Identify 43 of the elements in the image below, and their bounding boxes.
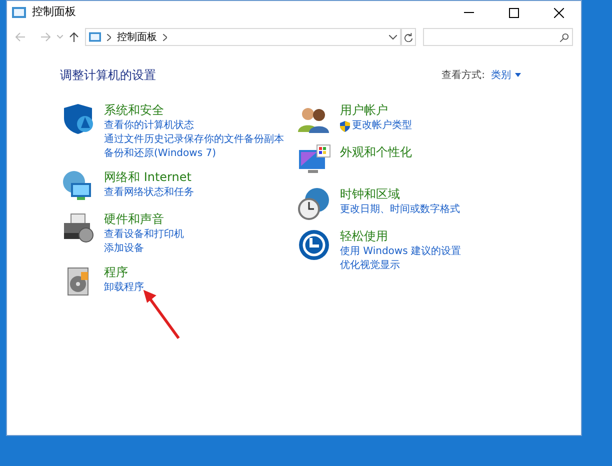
category-link[interactable]: 用户帐户 (340, 102, 412, 119)
task-link[interactable]: 查看设备和打印机 (104, 228, 184, 242)
control-panel-icon (89, 32, 101, 42)
task-link[interactable]: 更改日期、时间或数字格式 (340, 203, 460, 217)
close-icon (554, 8, 564, 18)
search-field[interactable] (423, 28, 573, 46)
category-link[interactable]: 程序 (104, 264, 144, 281)
view-by-label: 查看方式: (442, 68, 485, 82)
chevron-icon (163, 34, 167, 40)
address-bar[interactable]: 控制面板 (85, 28, 401, 46)
up-arrow-icon[interactable] (69, 32, 79, 42)
page-heading: 调整计算机的设置 (60, 67, 156, 84)
printer-icon (61, 211, 95, 245)
maximize-icon (508, 8, 518, 18)
task-link[interactable]: 查看你的计算机状态 (104, 119, 194, 133)
task-link[interactable]: 查看网络状态和任务 (104, 186, 194, 200)
chevron-icon (107, 34, 111, 40)
task-link[interactable]: 卸载程序 (104, 281, 144, 295)
shield-icon (61, 102, 95, 136)
view-by-dropdown[interactable]: 类别 (491, 68, 521, 82)
refresh-button[interactable] (401, 28, 416, 46)
task-link[interactable]: 备份和还原(Windows 7) (104, 147, 216, 161)
task-link[interactable]: 更改帐户类型 (352, 119, 412, 133)
search-icon (560, 32, 569, 42)
category-link[interactable]: 时钟和区域 (340, 186, 460, 203)
window-title: 控制面板 (32, 4, 76, 20)
accessibility-icon (297, 228, 331, 262)
globe-clock-icon (297, 186, 331, 220)
category-link[interactable]: 系统和安全 (104, 102, 284, 119)
task-link[interactable]: 添加设备 (104, 242, 144, 256)
chevron-down-icon[interactable] (389, 34, 397, 40)
task-link[interactable]: 优化视觉显示 (340, 259, 400, 273)
category-link[interactable]: 轻松使用 (340, 228, 461, 245)
breadcrumb-item[interactable]: 控制面板 (117, 30, 157, 44)
task-link[interactable]: 使用 Windows 建议的设置 (340, 245, 461, 259)
category-link[interactable]: 网络和 Internet (104, 169, 194, 186)
task-link[interactable]: 通过文件历史记录保存你的文件备份副本 (104, 133, 284, 147)
caret-icon (515, 73, 521, 77)
minimize-icon (464, 12, 474, 13)
category-link[interactable]: 硬件和声音 (104, 211, 184, 228)
refresh-icon (404, 32, 413, 42)
control-panel-icon (12, 7, 26, 18)
category-link[interactable]: 外观和个性化 (340, 144, 412, 161)
